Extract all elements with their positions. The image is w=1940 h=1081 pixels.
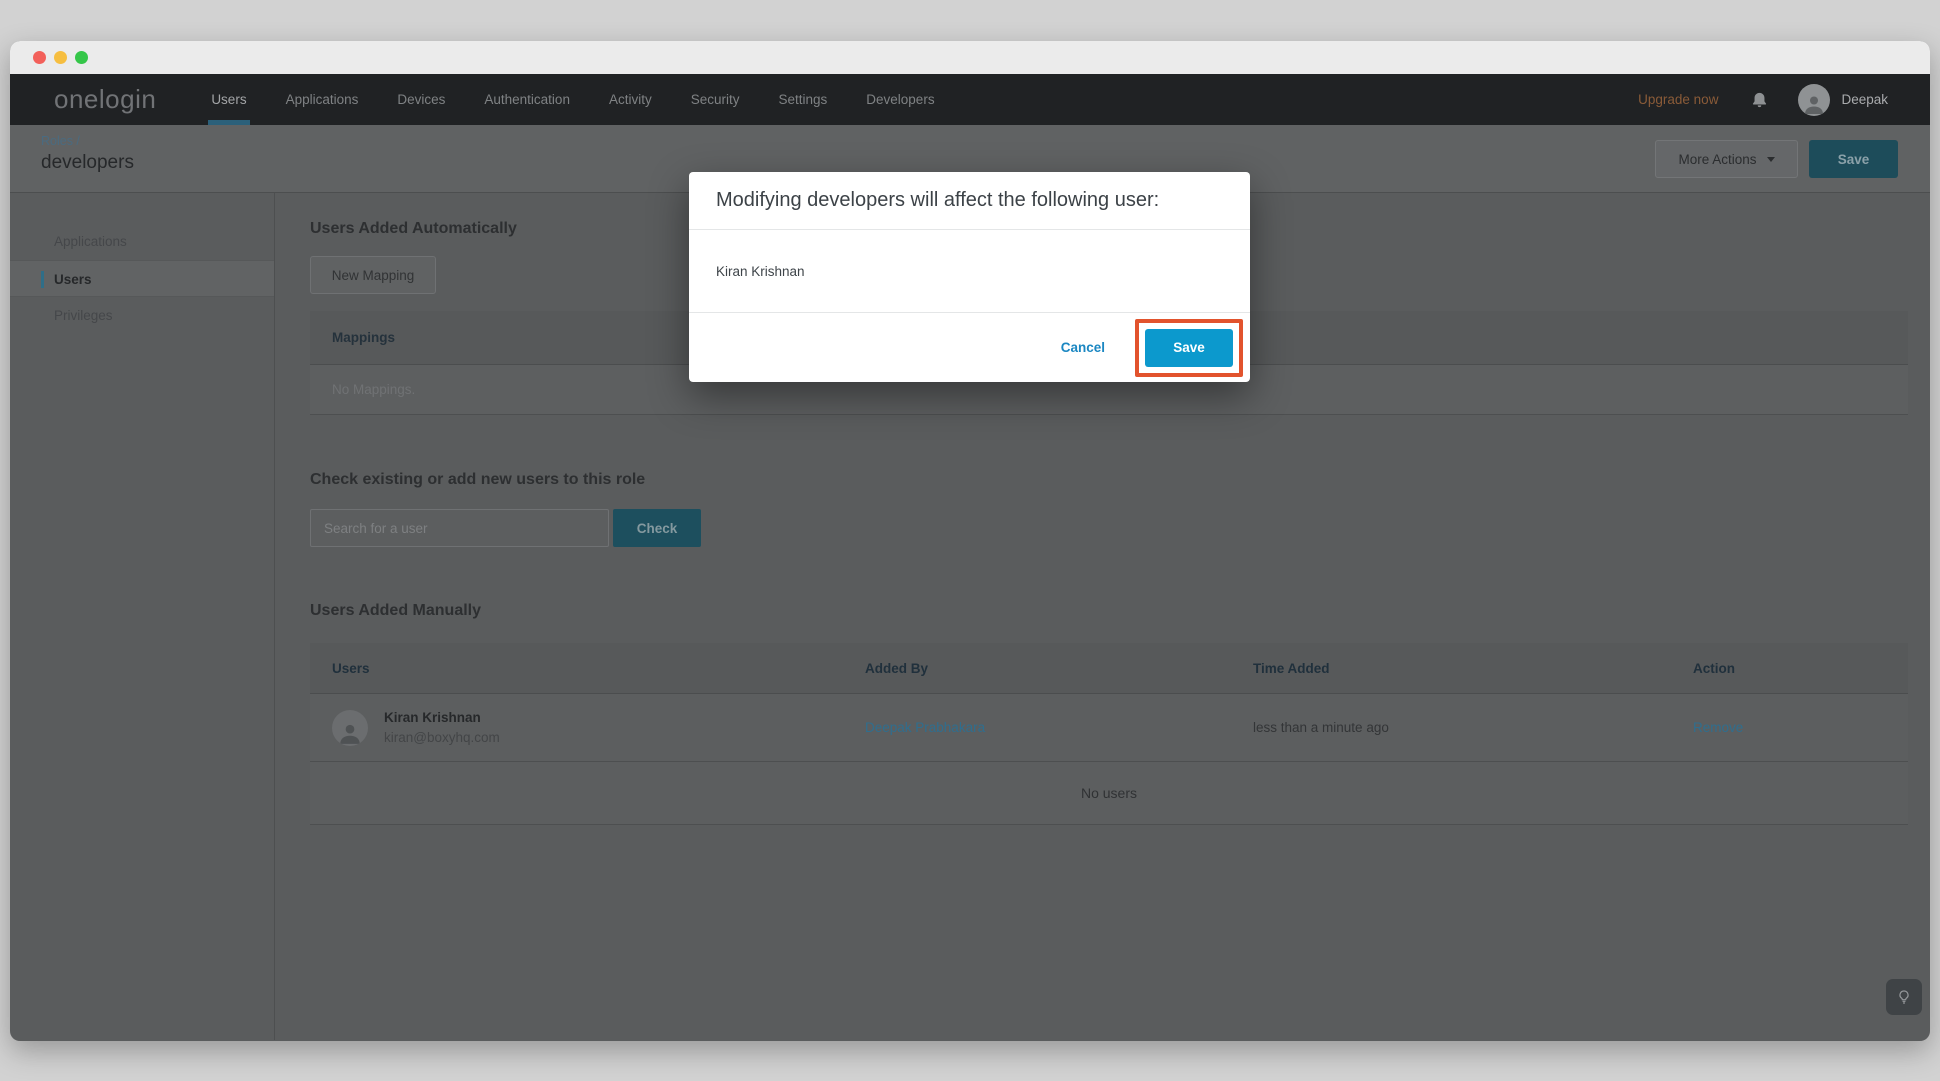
confirm-save-modal: Modifying developers will affect the fol… xyxy=(689,172,1250,382)
nav-tab-security[interactable]: Security xyxy=(691,74,740,125)
breadcrumb[interactable]: Roles / xyxy=(41,134,80,148)
manual-section-title: Users Added Manually xyxy=(310,602,1908,620)
sidebar-item-users[interactable]: Users xyxy=(10,260,274,297)
manual-users-table: Users Added By Time Added Action Kiran K… xyxy=(310,643,1908,825)
current-user-name[interactable]: Deepak xyxy=(1841,92,1888,107)
sidebar-item-label: Users xyxy=(54,272,92,287)
table-header-row: Users Added By Time Added Action xyxy=(310,643,1908,694)
remove-link[interactable]: Remove xyxy=(1693,720,1908,735)
affected-user-name: Kiran Krishnan xyxy=(689,230,1250,313)
column-header-time-added: Time Added xyxy=(1253,661,1693,676)
cancel-button[interactable]: Cancel xyxy=(1061,340,1105,355)
more-actions-label: More Actions xyxy=(1678,152,1756,167)
new-mapping-button[interactable]: New Mapping xyxy=(310,256,436,294)
nav-tab-activity[interactable]: Activity xyxy=(609,74,652,125)
lightbulb-icon xyxy=(1896,989,1912,1005)
nav-tab-developers[interactable]: Developers xyxy=(866,74,934,125)
maximize-window-button[interactable] xyxy=(75,51,88,64)
search-user-input[interactable] xyxy=(310,509,609,547)
user-identity: Kiran Krishnan kiran@boxyhq.com xyxy=(384,710,500,745)
role-sidebar: Applications Users Privileges xyxy=(10,193,275,1040)
nav-tab-settings[interactable]: Settings xyxy=(779,74,828,125)
user-email: kiran@boxyhq.com xyxy=(384,730,500,745)
highlight-annotation-box: Save xyxy=(1135,319,1243,377)
minimize-window-button[interactable] xyxy=(54,51,67,64)
sidebar-item-applications[interactable]: Applications xyxy=(10,223,274,260)
nav-tab-devices[interactable]: Devices xyxy=(397,74,445,125)
more-actions-button[interactable]: More Actions xyxy=(1655,140,1798,178)
header-save-button[interactable]: Save xyxy=(1809,140,1898,178)
user-avatar[interactable] xyxy=(1798,84,1830,116)
chevron-down-icon xyxy=(1767,157,1775,162)
modal-save-button[interactable]: Save xyxy=(1145,329,1233,367)
modal-title: Modifying developers will affect the fol… xyxy=(689,172,1250,230)
top-navbar: onelogin Users Applications Devices Auth… xyxy=(10,74,1930,125)
user-cell: Kiran Krishnan kiran@boxyhq.com xyxy=(310,710,865,746)
sidebar-item-privileges[interactable]: Privileges xyxy=(10,297,274,334)
nav-tab-applications[interactable]: Applications xyxy=(286,74,359,125)
added-by-link[interactable]: Deepak Prabhakara xyxy=(865,720,1253,735)
close-window-button[interactable] xyxy=(33,51,46,64)
table-row: Kiran Krishnan kiran@boxyhq.com Deepak P… xyxy=(310,694,1908,762)
title-bar xyxy=(10,41,1930,74)
check-button[interactable]: Check xyxy=(613,509,701,547)
onelogin-logo: onelogin xyxy=(54,74,156,125)
active-indicator xyxy=(41,271,44,288)
user-avatar xyxy=(332,710,368,746)
no-users-row: No users xyxy=(310,762,1908,825)
column-header-added-by: Added By xyxy=(865,661,1253,676)
nav-tab-authentication[interactable]: Authentication xyxy=(484,74,570,125)
check-section-title: Check existing or add new users to this … xyxy=(310,471,1908,489)
time-added-value: less than a minute ago xyxy=(1253,720,1693,735)
browser-window: onelogin Users Applications Devices Auth… xyxy=(10,41,1930,1041)
notifications-bell-icon[interactable] xyxy=(1751,91,1768,109)
help-beacon-button[interactable] xyxy=(1886,979,1922,1015)
page-title: developers xyxy=(41,152,134,174)
modal-footer: Cancel Save xyxy=(689,313,1250,382)
navbar-right-cluster: Upgrade now Deepak xyxy=(1638,84,1888,116)
user-name: Kiran Krishnan xyxy=(384,710,500,725)
column-header-action: Action xyxy=(1693,661,1908,676)
upgrade-now-link[interactable]: Upgrade now xyxy=(1638,92,1718,107)
header-actions: More Actions Save xyxy=(1655,140,1898,178)
user-search-row: Check xyxy=(310,509,1908,547)
column-header-users: Users xyxy=(310,661,865,676)
nav-menu: Users Applications Devices Authenticatio… xyxy=(211,74,934,125)
nav-tab-users[interactable]: Users xyxy=(211,74,246,125)
